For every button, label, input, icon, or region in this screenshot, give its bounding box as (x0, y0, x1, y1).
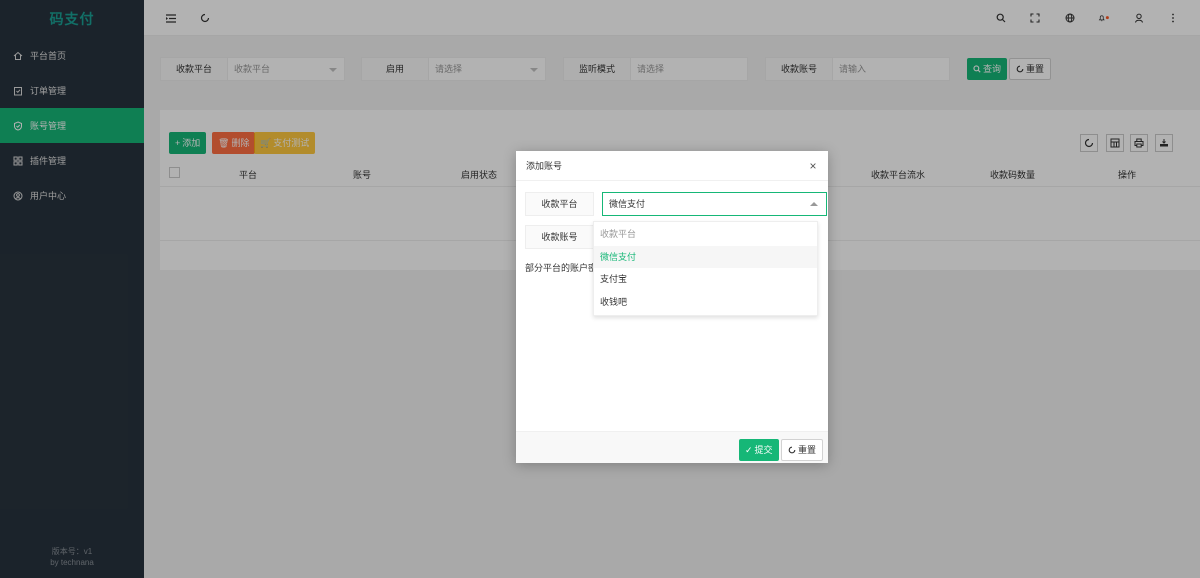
chevron-up-icon (810, 202, 818, 206)
close-icon[interactable]: × (807, 160, 819, 172)
platform-field-label: 收款平台 (525, 192, 594, 216)
check-icon: ✓ (745, 445, 753, 455)
submit-button-label: 提交 (754, 445, 773, 455)
dialog-note: 部分平台的账户密 (525, 263, 598, 273)
dialog-title: 添加账号 (516, 151, 828, 181)
platform-options-dropdown: 收款平台 微信支付 支付宝 收钱吧 (593, 221, 818, 316)
reset-form-button[interactable]: 重置 (781, 439, 824, 461)
dropdown-option-placeholder[interactable]: 收款平台 (594, 223, 817, 246)
account-field: 收款账号 (525, 225, 594, 249)
refresh-icon (788, 446, 796, 454)
reset-form-button-label: 重置 (798, 445, 817, 455)
submit-button[interactable]: ✓ 提交 (739, 439, 779, 461)
account-field-label: 收款账号 (525, 225, 594, 249)
dropdown-option-wechat[interactable]: 微信支付 (594, 245, 817, 268)
dialog-footer: ✓ 提交 重置 (516, 431, 828, 463)
platform-select-value: 微信支付 (609, 199, 646, 209)
dropdown-option-shouqianba[interactable]: 收钱吧 (594, 291, 817, 314)
platform-select[interactable]: 微信支付 (602, 192, 827, 216)
platform-field: 收款平台 微信支付 (525, 192, 827, 216)
dropdown-option-alipay[interactable]: 支付宝 (594, 268, 817, 291)
